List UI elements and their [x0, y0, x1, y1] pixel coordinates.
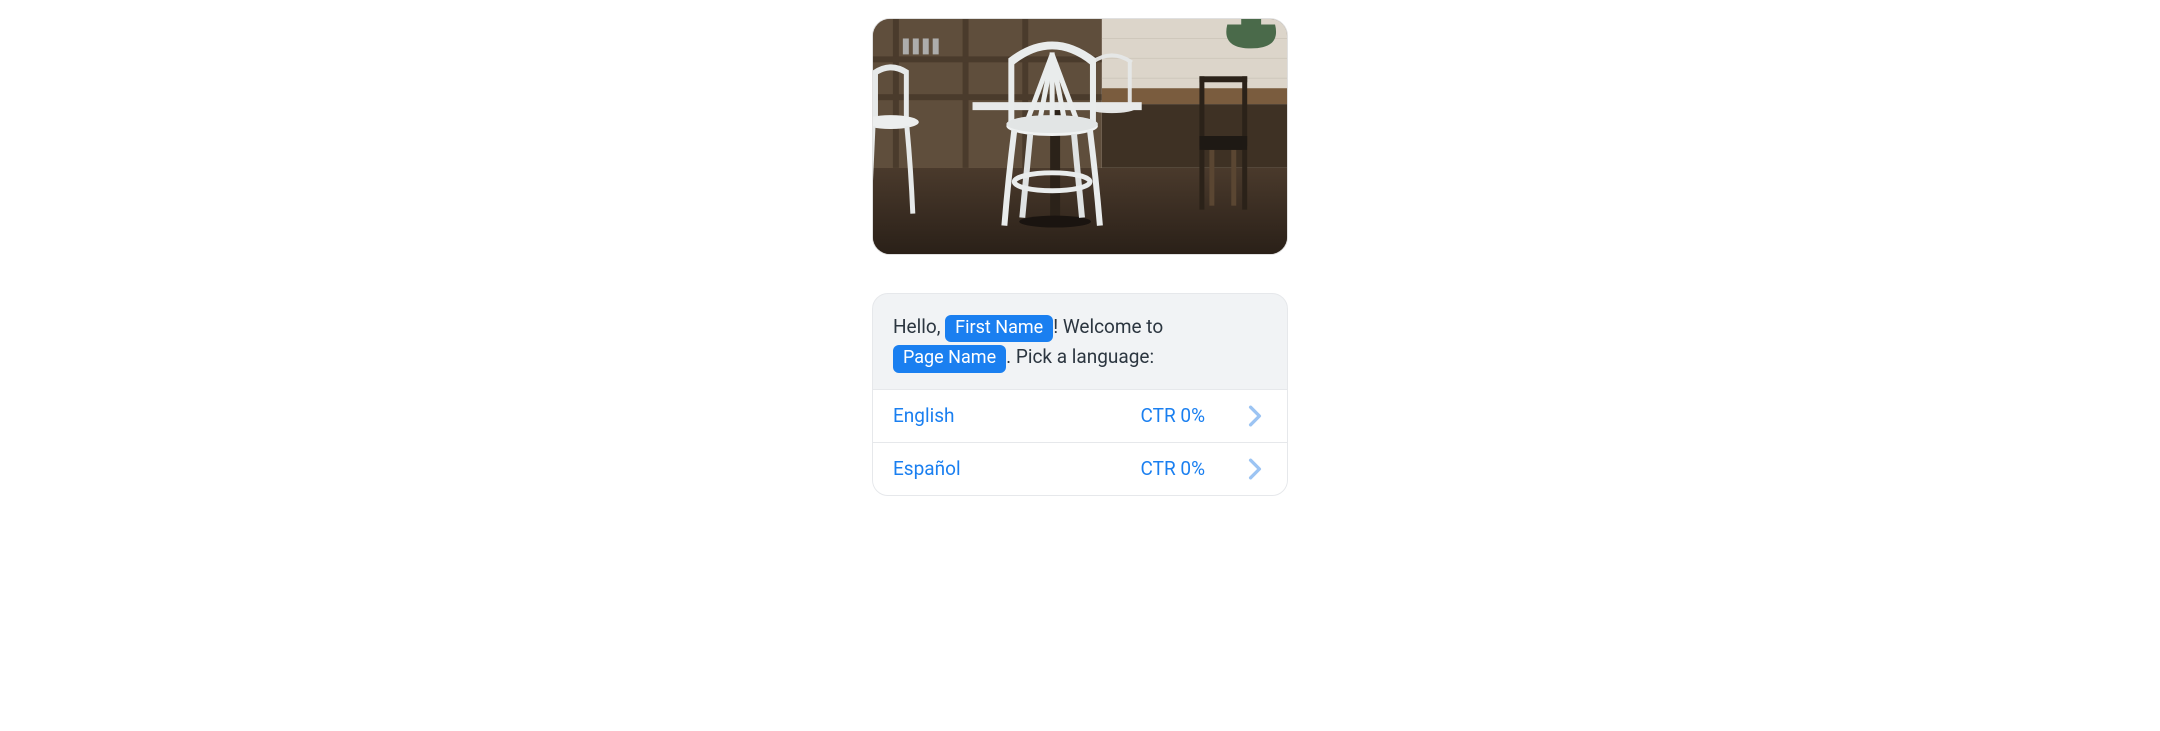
- chevron-right-icon: [1243, 404, 1267, 428]
- hero-image: [872, 18, 1288, 255]
- greeting-mid: ! Welcome to: [1053, 315, 1163, 338]
- message-card: Hello, First Name! Welcome to Page Name.…: [872, 293, 1288, 496]
- option-ctr: CTR 0%: [1141, 404, 1205, 427]
- language-option-espanol[interactable]: Español CTR 0%: [873, 442, 1287, 495]
- first-name-token[interactable]: First Name: [945, 315, 1053, 342]
- option-label: Español: [893, 457, 1141, 480]
- greeting-suffix: . Pick a language:: [1006, 345, 1154, 368]
- language-options: English CTR 0% Español CTR 0%: [873, 389, 1287, 495]
- page-name-token[interactable]: Page Name: [893, 345, 1006, 372]
- option-ctr: CTR 0%: [1141, 457, 1205, 480]
- option-label: English: [893, 404, 1141, 427]
- chevron-right-icon: [1243, 457, 1267, 481]
- greeting-prefix: Hello,: [893, 315, 945, 338]
- greeting-text: Hello, First Name! Welcome to Page Name.…: [873, 294, 1287, 389]
- language-option-english[interactable]: English CTR 0%: [873, 389, 1287, 442]
